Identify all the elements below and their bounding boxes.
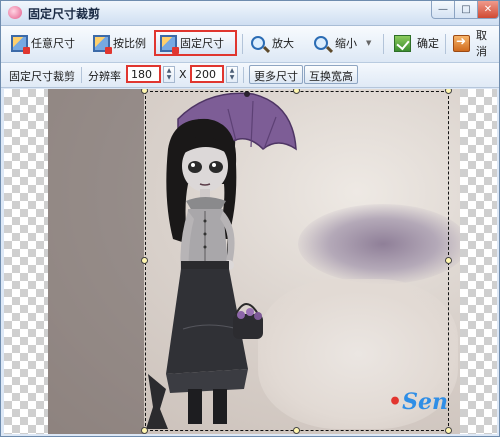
zoom-in-icon xyxy=(251,36,265,50)
chevron-down-icon[interactable]: ▼ xyxy=(366,39,371,47)
zoom-out-icon xyxy=(314,36,328,50)
crop-selection[interactable] xyxy=(145,91,449,431)
resolution-label: 分辨率 xyxy=(88,70,121,83)
width-stepper[interactable]: ▲ ▼ xyxy=(163,66,175,83)
zoom-out-label: 缩小 xyxy=(335,37,357,50)
crop-handle[interactable] xyxy=(293,427,300,434)
crop-handle[interactable] xyxy=(141,257,148,264)
confirm-button[interactable]: 确定 xyxy=(390,30,443,56)
toolbar: 任意尺寸 按比例 固定尺寸 放大 缩小 ▼ 确定 取消 xyxy=(1,26,499,63)
title-bar[interactable]: 固定尺寸裁剪 — □ ✕ xyxy=(1,1,499,26)
crop-icon xyxy=(11,34,30,54)
confirm-label: 确定 xyxy=(417,37,439,50)
height-stepper[interactable]: ▲ ▼ xyxy=(226,66,238,83)
minimize-button[interactable]: — xyxy=(431,1,455,19)
spin-up-icon[interactable]: ▲ xyxy=(164,67,174,74)
cancel-label: 取消 xyxy=(476,29,487,58)
spin-down-icon[interactable]: ▼ xyxy=(164,74,174,81)
maximize-button[interactable]: □ xyxy=(454,1,478,19)
crop-handle[interactable] xyxy=(445,257,452,264)
crop-handle[interactable] xyxy=(445,427,452,434)
mode-label: 固定尺寸裁剪 xyxy=(9,70,75,83)
app-icon xyxy=(8,6,22,19)
close-button[interactable]: ✕ xyxy=(477,1,499,19)
toolbar-separator xyxy=(383,34,384,54)
confirm-icon xyxy=(394,34,411,52)
size-separator: X xyxy=(179,68,187,81)
width-input[interactable]: 180 xyxy=(126,65,161,83)
outside-crop-overlay xyxy=(48,89,144,434)
zoom-in-button[interactable]: 放大 xyxy=(247,30,298,56)
crop-icon xyxy=(160,34,179,54)
spin-down-icon[interactable]: ▼ xyxy=(227,74,237,81)
watermark-text: Sen xyxy=(402,389,448,415)
spin-up-icon[interactable]: ▲ xyxy=(227,67,237,74)
cancel-icon xyxy=(453,34,470,52)
ratio-button[interactable]: 按比例 xyxy=(89,30,150,56)
options-separator xyxy=(243,67,244,83)
window-title: 固定尺寸裁剪 xyxy=(28,7,101,21)
toolbar-separator xyxy=(445,34,446,54)
height-input[interactable]: 200 xyxy=(190,65,224,83)
free-size-button[interactable]: 任意尺寸 xyxy=(7,30,79,56)
ratio-label: 按比例 xyxy=(113,37,146,50)
watermark-dot-icon: • xyxy=(388,389,403,415)
fixed-size-label: 固定尺寸 xyxy=(180,37,224,50)
swap-dimensions-button[interactable]: 互换宽高 xyxy=(304,65,358,84)
crop-window: 固定尺寸裁剪 — □ ✕ 任意尺寸 按比例 固定尺寸 放大 缩小 ▼ 确定 ➜ … xyxy=(0,0,500,437)
fixed-size-button[interactable]: 固定尺寸 xyxy=(154,30,237,56)
options-bar: 固定尺寸裁剪 分辨率 180 ▲ ▼ X 200 ▲ ▼ 更多尺寸 互换宽高 xyxy=(1,63,499,88)
image-canvas[interactable]: •Sen xyxy=(4,89,497,434)
crop-icon xyxy=(93,34,112,54)
cancel-button[interactable]: 取消 xyxy=(449,29,499,58)
watermark-logo: •Sen xyxy=(388,389,448,415)
zoom-out-button[interactable]: 缩小 ▼ xyxy=(310,30,375,56)
options-separator xyxy=(81,67,82,83)
more-sizes-button[interactable]: 更多尺寸 xyxy=(249,65,303,84)
toolbar-separator xyxy=(242,34,243,54)
free-size-label: 任意尺寸 xyxy=(31,37,75,50)
zoom-in-label: 放大 xyxy=(272,37,294,50)
crop-handle[interactable] xyxy=(141,427,148,434)
